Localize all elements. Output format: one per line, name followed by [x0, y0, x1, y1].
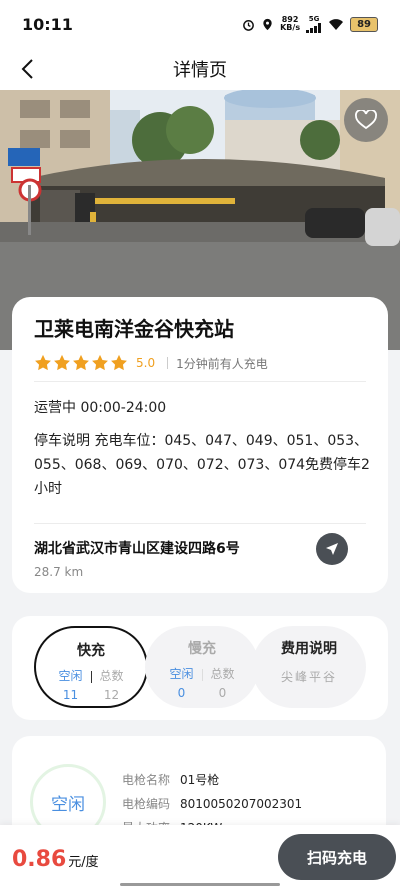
network-type: 5G: [308, 14, 320, 23]
status-time: 10:11: [22, 14, 73, 34]
network-speed: 892 KB/s: [280, 16, 300, 32]
bottom-bar: 0.86 元/度 扫码充电: [0, 825, 400, 889]
fast-total-count: 12: [103, 688, 120, 702]
slow-total-count: 0: [218, 686, 227, 700]
gun-code-row: 电枪编码 8010050207002301: [122, 792, 302, 816]
navigate-button[interactable]: [316, 533, 348, 565]
rating-value: 5.0: [136, 356, 156, 370]
home-indicator: [120, 883, 280, 886]
tab-fast-charge[interactable]: 快充 空闲 11 总数 12: [34, 626, 148, 708]
star-icon: [54, 354, 70, 371]
rating-divider: [167, 357, 169, 369]
fast-idle-count: 11: [62, 688, 79, 702]
price-value: 0.86: [12, 847, 67, 872]
gun-name-label: 电枪名称: [122, 773, 171, 787]
rating-row: 5.0 1分钟前有人充电: [34, 354, 366, 372]
tab-fee-info[interactable]: 费用说明 尖峰平谷: [252, 626, 366, 708]
parking-note: 停车说明 充电车位：045、047、049、051、053、055、068、06…: [34, 433, 370, 497]
gun-status: 空闲: [51, 794, 85, 815]
recent-charge-text: 1分钟前有人充电: [176, 356, 268, 371]
speed-unit: KB/s: [280, 23, 301, 32]
station-name: 卫莱电南洋金谷快充站: [34, 317, 234, 341]
cell-signal: 5G: [306, 14, 322, 33]
status-icons: 892 KB/s 5G 89: [242, 14, 378, 33]
slow-idle-label: 空闲: [169, 667, 194, 681]
gun-code: 8010050207002301: [180, 797, 303, 811]
battery-indicator: 89: [350, 16, 378, 32]
tab-slow-charge[interactable]: 慢充 空闲 0 总数 0: [145, 626, 259, 708]
fast-idle-label: 空闲: [58, 669, 83, 683]
operating-hours: 运营中 00:00-24:00: [34, 400, 167, 416]
slow-total-label: 总数: [210, 667, 235, 681]
star-icon: [92, 354, 108, 371]
divider: [34, 523, 366, 524]
star-icon: [73, 354, 89, 371]
station-info-card: 卫莱电南洋金谷快充站 5.0 1分钟前有人充电 运营中 00:00-24:00 …: [12, 297, 388, 593]
star-icon: [35, 354, 51, 371]
charge-type-card: 快充 空闲 11 总数 12 慢充 空闲 0 总数 0 费用说明 尖峰平谷: [12, 616, 388, 720]
nav-bar: 详情页: [0, 48, 400, 90]
slow-idle-count: 0: [177, 686, 186, 700]
wifi-icon: [329, 18, 344, 30]
station-distance: 28.7 km: [34, 565, 84, 579]
tab-fee-title: 费用说明: [281, 641, 337, 657]
tab-slow-title: 慢充: [188, 641, 216, 657]
status-bar: 10:11 892 KB/s 5G 89: [0, 0, 400, 48]
page-title: 详情页: [173, 60, 227, 81]
gun-name: 01号枪: [180, 773, 220, 787]
heart-icon: [355, 110, 377, 130]
price-display: 0.86 元/度: [12, 847, 99, 872]
slow-charge-stats: 空闲 0 总数 0: [145, 666, 259, 702]
fast-charge-stats: 空闲 11 总数 12: [36, 668, 146, 704]
chevron-left-icon: [21, 59, 33, 79]
station-address: 湖北省武汉市青山区建设四路6号: [34, 541, 240, 557]
gun-code-label: 电枪编码: [122, 797, 171, 811]
location-icon: [263, 18, 272, 30]
favorite-button[interactable]: [344, 98, 388, 142]
gun-name-row: 电枪名称 01号枪: [122, 768, 302, 792]
tab-fast-title: 快充: [77, 643, 105, 659]
signal-icon: [306, 22, 322, 33]
price-unit: 元/度: [68, 855, 99, 870]
scan-to-charge-button[interactable]: 扫码充电: [278, 834, 396, 880]
back-button[interactable]: [12, 54, 42, 84]
alarm-icon: [243, 19, 254, 31]
navigation-arrow-icon: [326, 543, 338, 555]
rating-stars: [34, 354, 128, 372]
fee-periods: 尖峰平谷: [280, 670, 337, 684]
divider: [34, 381, 366, 382]
fast-total-label: 总数: [99, 669, 124, 683]
star-icon: [111, 354, 127, 371]
